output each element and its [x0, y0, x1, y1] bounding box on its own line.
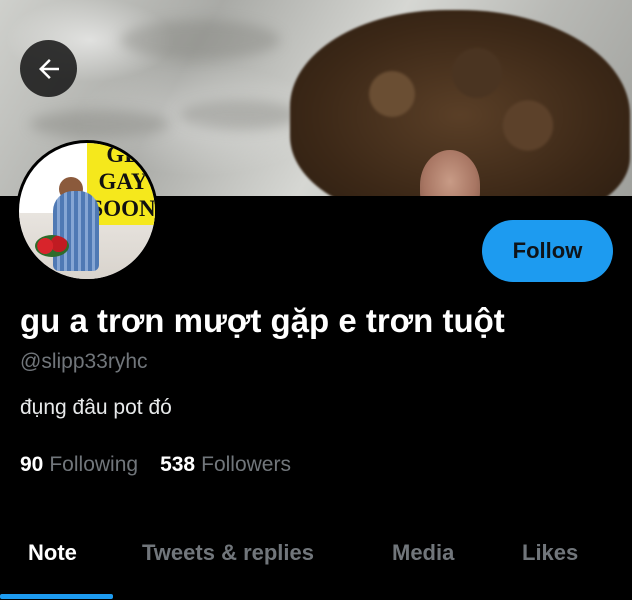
followers-link[interactable]: 538 Followers — [160, 453, 291, 477]
avatar-sign-line: GAY — [98, 169, 148, 194]
handle: @slipp33ryhc — [20, 350, 148, 373]
active-tab-indicator — [0, 594, 113, 599]
following-count: 90 — [20, 453, 44, 476]
followers-label: Followers — [201, 453, 291, 476]
followers-count: 538 — [160, 453, 196, 476]
following-link[interactable]: 90 Following — [20, 453, 138, 477]
tab-note[interactable]: Note — [28, 540, 77, 566]
tab-likes[interactable]: Likes — [522, 540, 578, 566]
follow-stats: 90 Following 538 Followers — [20, 453, 291, 477]
bio: đụng đâu pot đó — [20, 396, 172, 419]
following-label: Following — [49, 453, 139, 476]
avatar-person — [53, 191, 99, 271]
banner-fold — [180, 100, 300, 130]
arrow-left-icon — [38, 58, 59, 79]
profile-tabs: Note Tweets & replies Media Likes — [0, 520, 632, 600]
avatar[interactable]: GE GAY SOON — [16, 140, 158, 282]
display-name: gu a trơn mượt gặp e trơn tuột — [20, 302, 505, 339]
avatar-sign-line: GE — [106, 142, 140, 167]
banner-fold — [120, 20, 280, 60]
avatar-flowers — [35, 235, 69, 257]
banner-fold — [30, 110, 170, 138]
tab-tweets-replies[interactable]: Tweets & replies — [142, 540, 314, 566]
back-button[interactable] — [20, 40, 77, 97]
tab-media[interactable]: Media — [392, 540, 454, 566]
follow-button[interactable]: Follow — [482, 220, 613, 282]
